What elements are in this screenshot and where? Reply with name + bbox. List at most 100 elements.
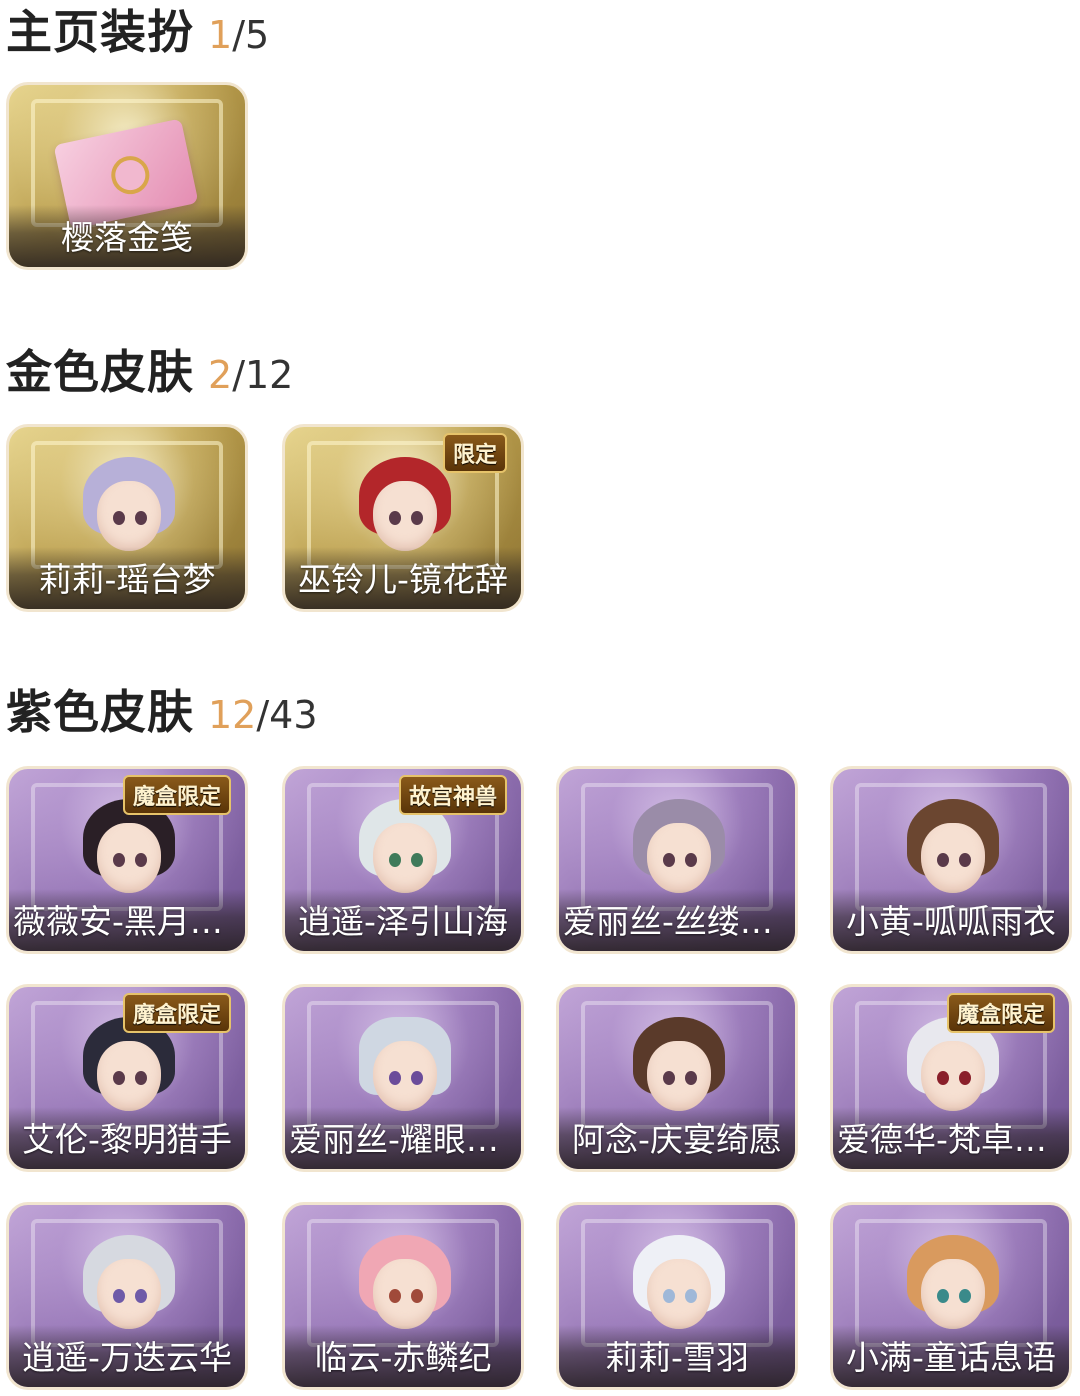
skin-card[interactable]: 魔盒限定 爱德华-梵卓之… bbox=[830, 984, 1072, 1172]
portrait-face bbox=[97, 1259, 161, 1329]
card-label-bar: 樱落金笺 bbox=[9, 205, 245, 267]
portrait-eye bbox=[135, 1071, 147, 1085]
portrait-face bbox=[373, 1041, 437, 1111]
skin-card[interactable]: 限定 巫铃儿-镜花辞 bbox=[282, 424, 524, 612]
portrait-face bbox=[647, 823, 711, 893]
card-label: 小满-童话息语 bbox=[846, 1338, 1056, 1377]
skin-card[interactable]: 莉莉-瑶台梦 bbox=[6, 424, 248, 612]
portrait-eye bbox=[959, 1071, 971, 1085]
card-label-bar: 薇薇安-黑月挽… bbox=[9, 889, 245, 951]
total-count: /12 bbox=[232, 353, 294, 397]
skin-card[interactable]: 莉莉-雪羽 bbox=[556, 1202, 798, 1390]
portrait-eye bbox=[411, 1071, 423, 1085]
portrait-face bbox=[647, 1041, 711, 1111]
card-label-bar: 爱丽丝-耀眼的… bbox=[285, 1107, 521, 1169]
section-title-purple-skins: 紫色皮肤 12/43 bbox=[6, 676, 318, 742]
card-label-bar: 艾伦-黎明猎手 bbox=[9, 1107, 245, 1169]
section-title-homepage-decor: 主页装扮 1/5 bbox=[6, 0, 269, 62]
portrait-eye bbox=[411, 853, 423, 867]
flower-seal-icon bbox=[107, 152, 153, 198]
section-name: 金色皮肤 bbox=[6, 345, 194, 399]
card-label-bar: 莉莉-瑶台梦 bbox=[9, 547, 245, 609]
portrait-eye bbox=[663, 1071, 675, 1085]
section-count: 2/12 bbox=[208, 353, 293, 397]
card-label: 巫铃儿-镜花辞 bbox=[298, 560, 508, 599]
card-label-bar: 小黄-呱呱雨衣 bbox=[833, 889, 1069, 951]
skin-card[interactable]: 阿念-庆宴绮愿 bbox=[556, 984, 798, 1172]
portrait-face bbox=[921, 1259, 985, 1329]
card-label-bar: 逍遥-泽引山海 bbox=[285, 889, 521, 951]
card-label: 临云-赤鳞纪 bbox=[314, 1338, 492, 1377]
skin-card[interactable]: 小满-童话息语 bbox=[830, 1202, 1072, 1390]
portrait-eye bbox=[937, 1071, 949, 1085]
portrait-eye bbox=[937, 853, 949, 867]
skin-card[interactable]: 魔盒限定 艾伦-黎明猎手 bbox=[6, 984, 248, 1172]
portrait-eye bbox=[959, 1289, 971, 1303]
portrait-face bbox=[373, 823, 437, 893]
portrait-eye bbox=[937, 1289, 949, 1303]
portrait-eye bbox=[663, 1289, 675, 1303]
limited-badge: 魔盒限定 bbox=[122, 775, 231, 815]
section-name: 紫色皮肤 bbox=[6, 685, 194, 739]
portrait-eye bbox=[685, 1289, 697, 1303]
section-count: 12/43 bbox=[208, 693, 318, 737]
card-label-bar: 爱丽丝-丝缕哀… bbox=[559, 889, 795, 951]
portrait-eye bbox=[663, 853, 675, 867]
card-label: 逍遥-泽引山海 bbox=[298, 902, 508, 941]
card-label: 爱丽丝-耀眼的… bbox=[289, 1120, 521, 1159]
card-label: 爱德华-梵卓之… bbox=[837, 1120, 1069, 1159]
portrait-eye bbox=[411, 1289, 423, 1303]
portrait-eye bbox=[959, 853, 971, 867]
portrait-face bbox=[647, 1259, 711, 1329]
total-count: /43 bbox=[256, 693, 318, 737]
card-label-bar: 逍遥-万迭云华 bbox=[9, 1325, 245, 1387]
card-label: 小黄-呱呱雨衣 bbox=[846, 902, 1056, 941]
portrait-eye bbox=[685, 853, 697, 867]
palace-beast-badge: 故宫神兽 bbox=[398, 775, 507, 815]
portrait-eye bbox=[389, 1289, 401, 1303]
portrait-eye bbox=[389, 511, 401, 525]
portrait-eye bbox=[135, 1289, 147, 1303]
portrait-eye bbox=[389, 1071, 401, 1085]
skin-card[interactable]: 逍遥-万迭云华 bbox=[6, 1202, 248, 1390]
card-label: 莉莉-瑶台梦 bbox=[38, 560, 216, 599]
portrait-eye bbox=[113, 1071, 125, 1085]
owned-count: 12 bbox=[208, 693, 257, 737]
limited-badge: 魔盒限定 bbox=[946, 993, 1055, 1033]
portrait-face bbox=[373, 1259, 437, 1329]
skin-card[interactable]: 爱丽丝-耀眼的… bbox=[282, 984, 524, 1172]
card-label: 爱丽丝-丝缕哀… bbox=[563, 902, 795, 941]
portrait-face bbox=[921, 1041, 985, 1111]
section-title-gold-skins: 金色皮肤 2/12 bbox=[6, 336, 293, 402]
portrait-face bbox=[921, 823, 985, 893]
owned-count: 2 bbox=[208, 353, 233, 397]
portrait-face bbox=[373, 481, 437, 551]
card-label: 阿念-庆宴绮愿 bbox=[572, 1120, 782, 1159]
portrait-face bbox=[97, 823, 161, 893]
card-label: 艾伦-黎明猎手 bbox=[22, 1120, 232, 1159]
skin-card[interactable]: 小黄-呱呱雨衣 bbox=[830, 766, 1072, 954]
skin-card[interactable]: 魔盒限定 薇薇安-黑月挽… bbox=[6, 766, 248, 954]
portrait-eye bbox=[113, 1289, 125, 1303]
portrait-eye bbox=[685, 1071, 697, 1085]
portrait-face bbox=[97, 1041, 161, 1111]
card-label-bar: 爱德华-梵卓之… bbox=[833, 1107, 1069, 1169]
owned-count: 1 bbox=[208, 13, 233, 57]
skin-card[interactable]: 临云-赤鳞纪 bbox=[282, 1202, 524, 1390]
card-label: 薇薇安-黑月挽… bbox=[13, 902, 245, 941]
portrait-eye bbox=[411, 511, 423, 525]
skin-card[interactable]: 爱丽丝-丝缕哀… bbox=[556, 766, 798, 954]
card-label-bar: 阿念-庆宴绮愿 bbox=[559, 1107, 795, 1169]
card-label-bar: 临云-赤鳞纪 bbox=[285, 1325, 521, 1387]
portrait-eye bbox=[135, 853, 147, 867]
limited-badge: 魔盒限定 bbox=[122, 993, 231, 1033]
section-count: 1/5 bbox=[208, 13, 269, 57]
section-name: 主页装扮 bbox=[6, 5, 194, 59]
portrait-eye bbox=[135, 511, 147, 525]
item-card[interactable]: 樱落金笺 bbox=[6, 82, 248, 270]
card-label-bar: 小满-童话息语 bbox=[833, 1325, 1069, 1387]
card-label-bar: 巫铃儿-镜花辞 bbox=[285, 547, 521, 609]
portrait-eye bbox=[113, 853, 125, 867]
skin-card[interactable]: 故宫神兽 逍遥-泽引山海 bbox=[282, 766, 524, 954]
portrait-eye bbox=[389, 853, 401, 867]
